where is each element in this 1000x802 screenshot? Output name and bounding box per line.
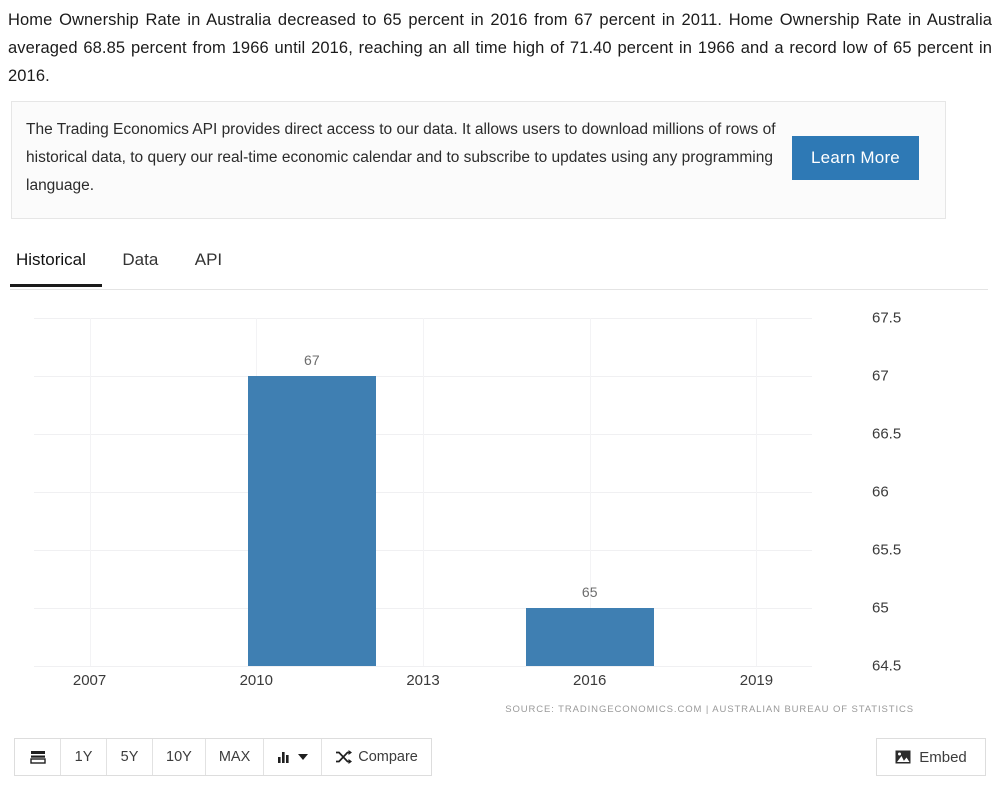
compare-label: Compare [358,749,418,765]
embed-label: Embed [919,748,967,766]
image-icon [895,750,911,764]
chart-bar[interactable] [247,376,376,666]
y-axis-tick-label: 66 [872,483,889,501]
y-axis-tick-label: 64.5 [872,657,902,675]
learn-more-button[interactable]: Learn More [792,136,919,180]
compare-button[interactable]: Compare [322,739,431,775]
x-axis-tick-label: 2007 [72,672,107,689]
x-axis-tick-label: 2016 [573,672,607,689]
range-1y-button[interactable]: 1Y [61,739,107,775]
chart-toolbar: 1Y 5Y 10Y MAX Compare [14,738,432,776]
chart-plot[interactable]: 67 65 [34,318,812,667]
y-axis-tick-label: 67.5 [872,309,902,327]
data-table-button[interactable] [15,739,61,775]
api-promo-text: The Trading Economics API provides direc… [26,121,776,194]
x-axis-tick-label: 2013 [406,672,440,689]
x-axis-tick-label: 2010 [239,672,273,689]
chart-bar[interactable] [525,608,654,666]
tab-data[interactable]: Data [106,246,174,284]
y-axis-tick-label: 65.5 [872,541,902,559]
gridline-vertical [89,318,91,666]
range-max-button[interactable]: MAX [205,739,265,775]
y-axis-tick-label: 65 [872,599,889,617]
stacked-list-icon [29,749,46,765]
range-10y-button[interactable]: 10Y [153,739,206,775]
bar-value-label: 65 [581,584,598,600]
shuffle-icon [335,750,353,764]
api-promo-box: The Trading Economics API provides direc… [11,101,946,219]
chart-type-dropdown[interactable] [264,739,323,775]
tab-historical[interactable]: Historical [10,246,102,287]
embed-button[interactable]: Embed [876,738,986,776]
tab-api[interactable]: API [179,246,238,284]
chart-source-note: SOURCE: TRADINGECONOMICS.COM | AUSTRALIA… [505,704,914,715]
y-axis-tick-label: 66.5 [872,425,902,443]
gridline-vertical [423,318,424,666]
bar-value-label: 67 [304,352,320,368]
chart-area: 67 65 67.5 67 66.5 66 65.5 65 64.5 2007 2010 2013… [10,300,988,730]
chevron-down-icon [298,753,309,761]
intro-paragraph: Home Ownership Rate in Australia decreas… [8,11,992,85]
bar-chart-icon [277,750,292,764]
page-root: Home Ownership Rate in Australia decreas… [0,0,1000,802]
x-axis-tick-label: 2019 [739,672,774,689]
tab-bar: Historical Data API [10,246,988,290]
gridline-horizontal [34,666,812,667]
range-5y-button[interactable]: 5Y [107,739,153,775]
gridline-vertical [756,318,758,666]
y-axis-tick-label: 67 [872,367,889,385]
